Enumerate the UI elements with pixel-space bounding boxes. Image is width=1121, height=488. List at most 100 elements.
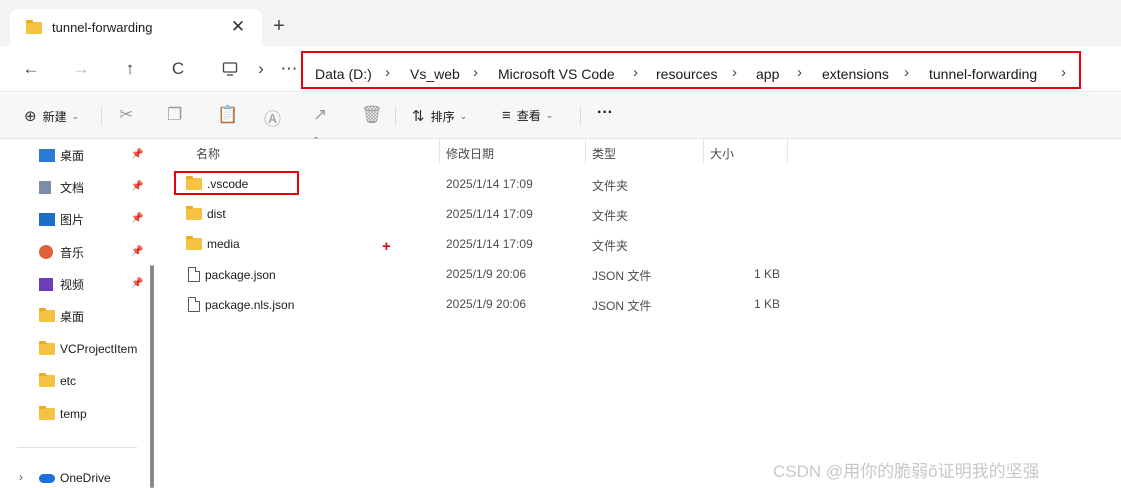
sidebar-item-label: temp (60, 407, 87, 421)
file-name-label: package.json (205, 267, 276, 282)
sidebar-scrollbar[interactable] (150, 265, 154, 488)
file-type: 文件夹 (592, 179, 629, 193)
folder-icon (186, 206, 202, 220)
divider (395, 106, 396, 126)
navigation-pane: 桌面 📌 文档 📌 图片 📌 音乐 📌 视频 📌 桌面 VCProjectIte… (0, 139, 160, 488)
pin-icon[interactable]: 📌 (131, 213, 143, 224)
new-button[interactable]: ⊕ 新建 ⌄ (24, 107, 79, 125)
file-type: 文件夹 (592, 209, 629, 223)
copy-icon[interactable]: ❐ (167, 105, 182, 125)
more-path-button[interactable]: ⋯ (276, 56, 302, 82)
column-header-size[interactable]: 大小 (710, 145, 734, 162)
divider (101, 106, 102, 126)
sidebar-item-etc[interactable]: etc (39, 371, 76, 391)
sidebar-item-music[interactable]: 音乐 (39, 242, 84, 262)
vscode-highlight-box (174, 171, 299, 195)
file-name-label: dist (207, 207, 226, 221)
new-tab-button[interactable]: + (268, 15, 290, 37)
column-divider[interactable] (787, 139, 788, 164)
chevron-right-icon[interactable]: › (732, 64, 737, 81)
column-divider[interactable] (439, 139, 440, 164)
pin-icon[interactable]: 📌 (131, 246, 143, 257)
column-divider[interactable] (703, 139, 704, 164)
sort-icon: ⇅ (412, 108, 425, 125)
breadcrumb-item[interactable]: extensions (822, 66, 889, 82)
sidebar-item-desktop-folder[interactable]: 桌面 (39, 306, 84, 326)
pin-icon[interactable]: 📌 (131, 181, 143, 192)
file-list: ⌃ 名称 修改日期 类型 大小 .vscode 2025/1/14 17:09 … (161, 136, 1121, 488)
sidebar-item-label: 文档 (60, 180, 85, 195)
table-row[interactable]: package.json 2025/1/9 20:06 JSON 文件 1 KB (161, 260, 1121, 290)
pin-icon[interactable]: 📌 (131, 149, 143, 160)
sidebar-item-label: 图片 (60, 212, 85, 227)
breadcrumb-item[interactable]: app (756, 66, 779, 82)
chevron-right-icon[interactable]: › (797, 64, 802, 81)
tab-tunnel-forwarding[interactable]: tunnel-forwarding ✕ (10, 9, 262, 46)
file-name-label: package.nls.json (205, 297, 295, 312)
breadcrumb-item[interactable]: Microsoft VS Code (498, 66, 615, 82)
back-button[interactable]: ← (18, 56, 44, 82)
view-button[interactable]: ≡ 查看 ⌄ (502, 107, 553, 124)
chevron-right-icon[interactable]: › (248, 56, 274, 82)
refresh-button[interactable]: C (165, 56, 191, 82)
breadcrumb-item[interactable]: tunnel-forwarding (929, 66, 1037, 82)
sidebar-item-desktop[interactable]: 桌面 (39, 145, 84, 165)
sort-label: 排序 (430, 109, 455, 124)
sidebar-item-label: 桌面 (60, 309, 85, 324)
view-icon: ≡ (502, 107, 511, 124)
folder-icon (39, 373, 55, 387)
sidebar-item-pictures[interactable]: 图片 (39, 209, 84, 229)
computer-icon[interactable] (217, 56, 243, 82)
chevron-right-icon[interactable]: › (1061, 64, 1066, 81)
sidebar-item-label: 视频 (60, 277, 85, 292)
chevron-right-icon[interactable]: › (385, 64, 390, 81)
paste-icon[interactable]: 📋 (217, 105, 238, 125)
pin-icon[interactable]: 📌 (131, 278, 143, 289)
chevron-right-icon[interactable]: › (473, 64, 478, 81)
column-header-modified[interactable]: 修改日期 (446, 145, 494, 162)
tab-strip: tunnel-forwarding ✕ + (0, 0, 1121, 46)
file-name: dist (186, 206, 226, 221)
breadcrumb-item[interactable]: resources (656, 66, 717, 82)
breadcrumb-item[interactable]: Vs_web (410, 66, 460, 82)
file-name: package.json (188, 267, 276, 282)
folder-icon (39, 308, 55, 322)
sidebar-item-vcprojectitem[interactable]: VCProjectItem (39, 339, 137, 359)
file-name-label: media (207, 237, 240, 251)
up-button[interactable]: ↑ (117, 56, 143, 82)
rename-icon[interactable]: Ⓐ (264, 105, 281, 130)
new-label: 新建 (42, 109, 67, 124)
column-header-name[interactable]: 名称 (196, 145, 220, 162)
cloud-icon (39, 473, 55, 483)
file-modified: 2025/1/9 20:06 (446, 297, 527, 311)
forward-button[interactable]: → (68, 56, 94, 82)
divider (580, 106, 581, 126)
delete-icon[interactable]: 🗑 (361, 105, 383, 125)
cut-icon[interactable]: ✂ (119, 105, 133, 125)
divider (17, 447, 137, 448)
column-header-type[interactable]: 类型 (592, 145, 616, 162)
sidebar-item-onedrive[interactable]: OneDrive (39, 468, 111, 488)
file-type: JSON 文件 (592, 299, 652, 313)
table-row[interactable]: dist 2025/1/14 17:09 文件夹 (161, 200, 1121, 230)
sidebar-item-temp[interactable]: temp (39, 404, 87, 424)
chevron-right-icon[interactable]: › (19, 470, 23, 484)
file-icon (188, 267, 200, 282)
desktop-icon (39, 148, 55, 162)
share-icon[interactable]: ↗ (313, 105, 327, 125)
breadcrumb-item[interactable]: Data (D:) (315, 66, 372, 82)
sidebar-item-documents[interactable]: 文档 (39, 177, 84, 197)
more-options-button[interactable]: ··· (597, 104, 613, 122)
sort-ascending-icon: ⌃ (312, 136, 321, 147)
chevron-right-icon[interactable]: › (633, 64, 638, 81)
sort-button[interactable]: ⇅ 排序 ⌄ (412, 107, 467, 125)
close-tab-button[interactable]: ✕ (228, 17, 248, 37)
file-type: JSON 文件 (592, 269, 652, 283)
table-row[interactable]: media 2025/1/14 17:09 文件夹 (161, 230, 1121, 260)
sidebar-item-videos[interactable]: 视频 (39, 274, 84, 294)
table-row[interactable]: package.nls.json 2025/1/9 20:06 JSON 文件 … (161, 290, 1121, 320)
table-row[interactable]: .vscode 2025/1/14 17:09 文件夹 (161, 170, 1121, 200)
file-type: 文件夹 (592, 239, 629, 253)
chevron-right-icon[interactable]: › (904, 64, 909, 81)
column-divider[interactable] (585, 139, 586, 164)
